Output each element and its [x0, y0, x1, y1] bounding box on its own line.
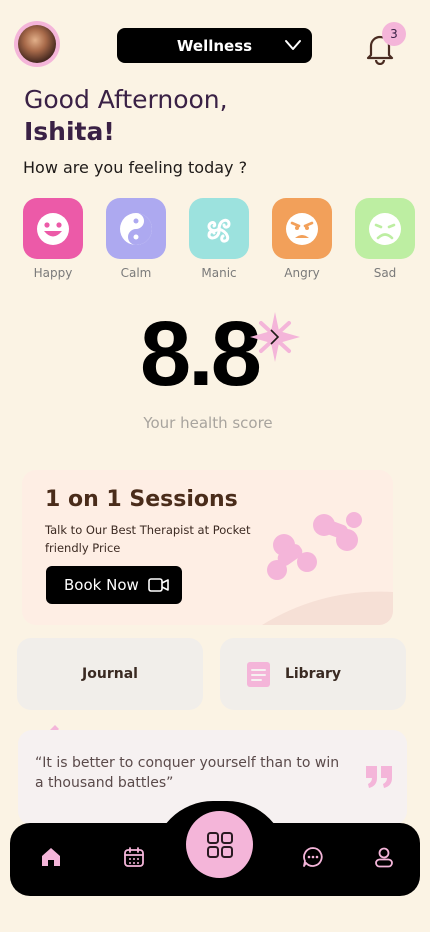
mood-label: Calm	[120, 266, 152, 280]
quote-mark-icon	[366, 766, 392, 788]
mood-label: Manic	[201, 266, 237, 280]
chat-icon	[303, 847, 323, 867]
category-dropdown[interactable]: Wellness	[117, 28, 312, 63]
chevron-down-icon	[285, 40, 301, 50]
mood-tile-sad	[355, 198, 415, 259]
mood-angry[interactable]: Angry	[272, 198, 332, 280]
yin-yang-icon	[120, 212, 152, 245]
nav-home[interactable]	[40, 846, 62, 868]
mood-prompt: How are you feeling today ?	[23, 158, 248, 177]
session-title: 1 on 1 Sessions	[45, 487, 238, 512]
grid-icon	[206, 831, 233, 858]
mood-label: Happy	[33, 266, 73, 280]
mood-sad[interactable]: Sad	[355, 198, 415, 280]
mood-label: Sad	[373, 266, 397, 280]
video-camera-icon	[148, 578, 169, 592]
category-label: Wellness	[176, 36, 253, 55]
session-description: Talk to Our Best Therapist at Pocket fri…	[45, 523, 251, 555]
smile-icon	[37, 212, 69, 245]
mood-label: Angry	[284, 266, 320, 280]
mood-happy[interactable]: Happy	[23, 198, 83, 280]
nav-calendar[interactable]	[123, 846, 145, 868]
profile-icon	[375, 847, 393, 868]
angry-face-icon	[286, 212, 318, 245]
nav-center-button[interactable]	[186, 811, 253, 878]
book-now-label: Book Now	[64, 576, 139, 594]
notification-badge: 3	[382, 22, 406, 46]
mood-calm[interactable]: Calm	[106, 198, 166, 280]
nav-profile[interactable]	[373, 846, 395, 868]
book-now-button[interactable]: Book Now	[46, 566, 182, 604]
nav-chat[interactable]	[302, 846, 324, 868]
mood-tile-happy	[23, 198, 83, 259]
avatar[interactable]	[14, 21, 60, 67]
user-name: Ishita!	[24, 117, 115, 146]
mood-tile-calm	[106, 198, 166, 259]
calendar-icon	[124, 847, 144, 867]
journal-label: Journal	[82, 666, 138, 682]
sad-face-icon	[369, 212, 401, 245]
greeting-line: Good Afternoon,	[24, 85, 228, 114]
journal-tile[interactable]: Journal	[17, 638, 203, 710]
mood-tile-manic	[189, 198, 249, 259]
profile-photo	[18, 25, 56, 63]
book-icon	[247, 662, 270, 687]
mood-manic[interactable]: Manic	[189, 198, 249, 280]
quote-text: “It is better to conquer yourself than t…	[35, 755, 340, 791]
mood-tile-angry	[272, 198, 332, 259]
home-icon	[42, 848, 60, 866]
triskelion-icon	[207, 218, 231, 243]
sparkle-icon	[250, 312, 300, 362]
health-score: 8.8	[140, 303, 262, 405]
health-score-label: Your health score	[143, 414, 273, 432]
library-label: Library	[284, 666, 342, 682]
